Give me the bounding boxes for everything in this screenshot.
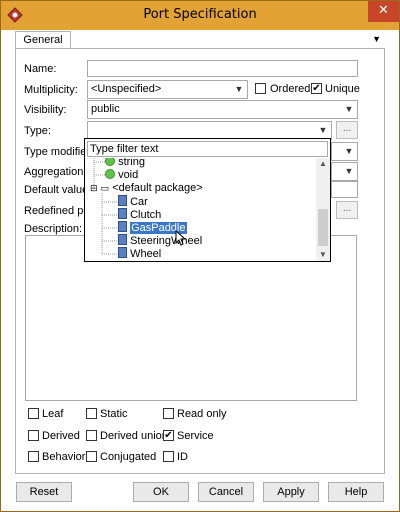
type-tree: string void ⊟ ▭ <default package> Car Cl… <box>87 158 315 261</box>
tree-item-car[interactable]: Car <box>118 195 148 208</box>
multiplicity-value: <Unspecified> <box>91 83 162 95</box>
aggregation-select[interactable]: ▼ <box>331 162 358 181</box>
derived-union-label: Derived union <box>100 430 168 442</box>
tree-item-label: Car <box>130 196 148 208</box>
service-label: Service <box>177 430 214 442</box>
tab-general[interactable]: General <box>15 31 71 49</box>
static-checkbox[interactable] <box>86 408 97 419</box>
package-icon: ▭ <box>100 183 110 193</box>
multiplicity-select[interactable]: <Unspecified> ▼ <box>87 80 248 99</box>
derived-label: Derived <box>42 430 80 442</box>
unique-label: Unique <box>325 83 360 95</box>
visibility-label: Visibility: <box>24 104 67 116</box>
mouse-pointer-icon <box>175 230 187 246</box>
class-icon <box>118 221 127 232</box>
visibility-value: public <box>91 103 120 115</box>
tree-item-steeringwheel[interactable]: SteeringWheel <box>118 234 202 247</box>
class-icon <box>118 208 127 219</box>
chevron-down-icon: ▼ <box>234 84 244 94</box>
tree-item-clutch[interactable]: Clutch <box>118 208 161 221</box>
type-label: Type: <box>24 125 51 137</box>
read-only-label: Read only <box>177 408 227 420</box>
window-title: Port Specification <box>143 7 257 22</box>
apply-button[interactable]: Apply <box>263 482 319 502</box>
default-value-label: Default value: <box>24 184 92 196</box>
tree-scrollbar[interactable]: ▲ ▼ <box>316 158 330 261</box>
type-dropdown-popup: Type filter text string void ⊟ ▭ <defaul… <box>84 138 331 262</box>
tree-item-label: void <box>118 169 139 181</box>
type-filter-input[interactable]: Type filter text <box>87 141 328 157</box>
close-button[interactable]: ✕ <box>368 1 399 22</box>
collapse-icon: ⊟ <box>90 183 98 193</box>
port-specification-dialog: Port Specification ✕ General ▼ Name: Mul… <box>0 0 400 512</box>
conjugated-label: Conjugated <box>100 451 157 463</box>
tree-item-label: Clutch <box>130 209 162 221</box>
class-icon <box>118 247 127 258</box>
type-modifier-label: Type modifier: <box>24 146 94 158</box>
scroll-down-icon[interactable]: ▼ <box>316 249 330 261</box>
redefined-port-browse-button[interactable]: ... <box>336 201 358 219</box>
derived-union-checkbox[interactable] <box>86 430 97 441</box>
primitive-type-icon <box>105 158 115 166</box>
leaf-checkbox[interactable] <box>28 408 39 419</box>
ordered-label: Ordered <box>270 83 311 95</box>
derived-checkbox[interactable] <box>28 430 39 441</box>
description-label: Description: <box>24 223 83 235</box>
conjugated-checkbox[interactable] <box>86 451 97 462</box>
tab-menu-icon[interactable]: ▼ <box>372 34 381 44</box>
chevron-down-icon: ▼ <box>344 104 354 114</box>
tree-item-wheel[interactable]: Wheel <box>118 247 161 260</box>
multiplicity-label: Multiplicity: <box>24 84 78 96</box>
tree-item-label: SteeringWheel <box>130 235 203 247</box>
ok-button[interactable]: OK <box>133 482 189 502</box>
cancel-button[interactable]: Cancel <box>198 482 254 502</box>
reset-button[interactable]: Reset <box>16 482 72 502</box>
class-icon <box>118 234 127 245</box>
name-input[interactable] <box>87 60 358 77</box>
id-label: ID <box>177 451 188 463</box>
leaf-label: Leaf <box>42 408 64 420</box>
default-value-input[interactable] <box>331 181 358 198</box>
title-bar[interactable]: Port Specification ✕ <box>1 1 399 30</box>
scroll-thumb[interactable] <box>318 209 328 246</box>
aggregation-label: Aggregation: <box>24 166 87 178</box>
tree-item-string[interactable]: string <box>105 158 145 169</box>
visibility-select[interactable]: public ▼ <box>87 100 358 119</box>
chevron-down-icon: ▼ <box>344 146 354 156</box>
primitive-type-icon <box>105 169 115 179</box>
static-label: Static <box>100 408 128 420</box>
tree-item-label: Wheel <box>130 248 162 260</box>
chevron-down-icon: ▼ <box>318 125 328 135</box>
name-label: Name: <box>24 63 57 75</box>
tree-item-label: <default package> <box>112 182 203 194</box>
ordered-checkbox[interactable] <box>255 83 266 94</box>
type-modifier-select[interactable]: ▼ <box>331 142 358 161</box>
id-checkbox[interactable] <box>163 451 174 462</box>
behavior-label: Behavior <box>42 451 86 463</box>
tree-item-label: string <box>118 158 145 168</box>
chevron-down-icon: ▼ <box>344 166 354 176</box>
service-checkbox[interactable]: ✔ <box>163 430 174 441</box>
unique-checkbox[interactable]: ✔ <box>311 83 322 94</box>
type-browse-button[interactable]: ... <box>336 121 358 139</box>
scroll-up-icon[interactable]: ▲ <box>316 158 330 170</box>
read-only-checkbox[interactable] <box>163 408 174 419</box>
help-button[interactable]: Help <box>328 482 384 502</box>
tree-item-default-package[interactable]: ⊟ ▭ <default package> <box>90 182 203 195</box>
tree-item-void[interactable]: void <box>105 169 138 182</box>
class-icon <box>118 195 127 206</box>
behavior-checkbox[interactable] <box>28 451 39 462</box>
